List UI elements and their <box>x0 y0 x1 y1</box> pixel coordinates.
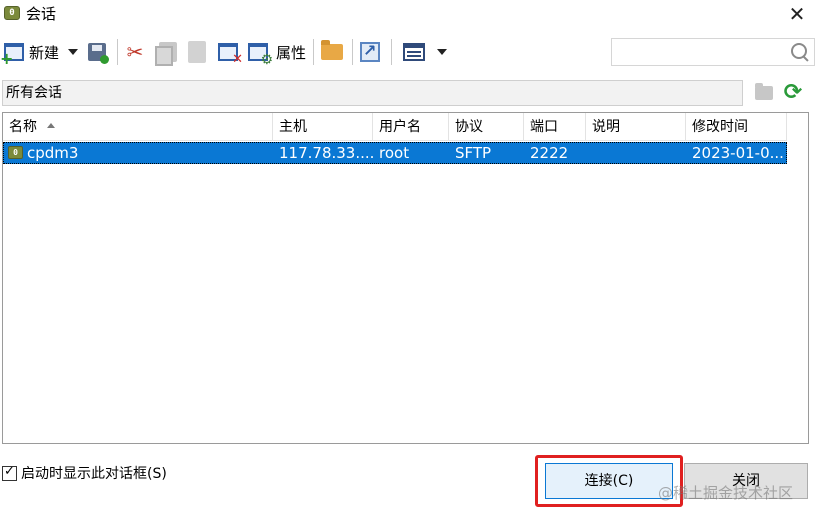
chevron-down-icon <box>437 49 447 55</box>
shortcut-icon <box>360 41 380 62</box>
current-folder-label: 所有会话 <box>6 85 62 101</box>
properties-button[interactable]: 属性 <box>248 38 307 68</box>
view-list-icon <box>403 43 425 61</box>
column-header-protocol[interactable]: 协议 <box>449 113 524 141</box>
folder-icon <box>321 40 343 60</box>
copy-button[interactable] <box>155 38 177 66</box>
properties-icon <box>248 43 273 68</box>
delete-button[interactable] <box>218 38 243 67</box>
sort-ascending-icon <box>47 123 55 128</box>
watermark: @稀土掘金技术社区 <box>658 484 794 502</box>
view-dropdown[interactable] <box>437 38 447 66</box>
new-session-dropdown[interactable] <box>68 38 78 66</box>
column-header-user[interactable]: 用户名 <box>373 113 449 141</box>
window-title: 会话 <box>26 5 57 23</box>
title-bar: 0 会话 ✕ <box>0 0 815 30</box>
session-port-cell: 2222 <box>530 144 569 162</box>
save-icon <box>88 43 109 64</box>
session-name-cell: cpdm3 <box>27 144 79 162</box>
copy-icon <box>155 42 177 66</box>
close-window-button[interactable]: ✕ <box>785 3 809 25</box>
paste-icon <box>188 41 206 63</box>
create-shortcut-button[interactable] <box>360 38 380 66</box>
new-session-icon <box>0 43 24 68</box>
view-button[interactable] <box>403 38 425 66</box>
column-header-port[interactable]: 端口 <box>524 113 586 141</box>
search-icon[interactable] <box>790 42 810 62</box>
show-on-startup-checkbox[interactable] <box>2 464 17 481</box>
toolbar-divider <box>352 39 353 65</box>
session-description-cell <box>586 142 686 164</box>
toolbar-divider <box>313 39 314 65</box>
session-list[interactable]: 名称 主机 用户名 协议 端口 说明 修改时间 0 cpdm3 117.78.3… <box>2 112 809 444</box>
toolbar-divider <box>117 39 118 65</box>
save-session-button[interactable] <box>88 38 109 66</box>
new-session-label: 新建 <box>29 43 60 62</box>
connect-button[interactable]: 连接(C) <box>545 463 673 499</box>
session-modified-cell: 2023-01-0... <box>692 144 784 162</box>
chevron-down-icon <box>68 49 78 55</box>
column-header-modified[interactable]: 修改时间 <box>686 113 787 141</box>
refresh-icon[interactable]: ⟳ <box>782 82 804 104</box>
new-session-button[interactable]: 新建 <box>0 38 60 68</box>
app-icon: 0 <box>4 6 20 20</box>
table-row[interactable]: 0 cpdm3 117.78.33.... root SFTP 2222 202… <box>3 142 787 164</box>
folder-up-icon[interactable] <box>755 83 773 100</box>
paste-button[interactable] <box>188 38 206 66</box>
scissors-icon: ✂ <box>126 40 144 64</box>
search-input[interactable] <box>616 42 786 62</box>
delete-session-icon <box>218 43 243 67</box>
session-protocol-cell: SFTP <box>455 144 492 162</box>
cut-button[interactable]: ✂ <box>124 38 146 66</box>
folder-path-bar[interactable]: 所有会话 <box>2 80 743 106</box>
new-folder-button[interactable] <box>321 38 343 66</box>
column-header-description[interactable]: 说明 <box>586 113 686 141</box>
session-user-cell: root <box>379 144 410 162</box>
column-header-host[interactable]: 主机 <box>273 113 373 141</box>
column-header-name[interactable]: 名称 <box>3 113 273 141</box>
toolbar-divider <box>391 39 392 65</box>
search-box <box>611 38 815 66</box>
table-header: 名称 主机 用户名 协议 端口 说明 修改时间 <box>3 113 787 141</box>
properties-label: 属性 <box>276 43 307 62</box>
show-on-startup-label[interactable]: 启动时显示此对话框(S) <box>21 464 167 484</box>
session-host-cell: 117.78.33.... <box>279 144 373 162</box>
